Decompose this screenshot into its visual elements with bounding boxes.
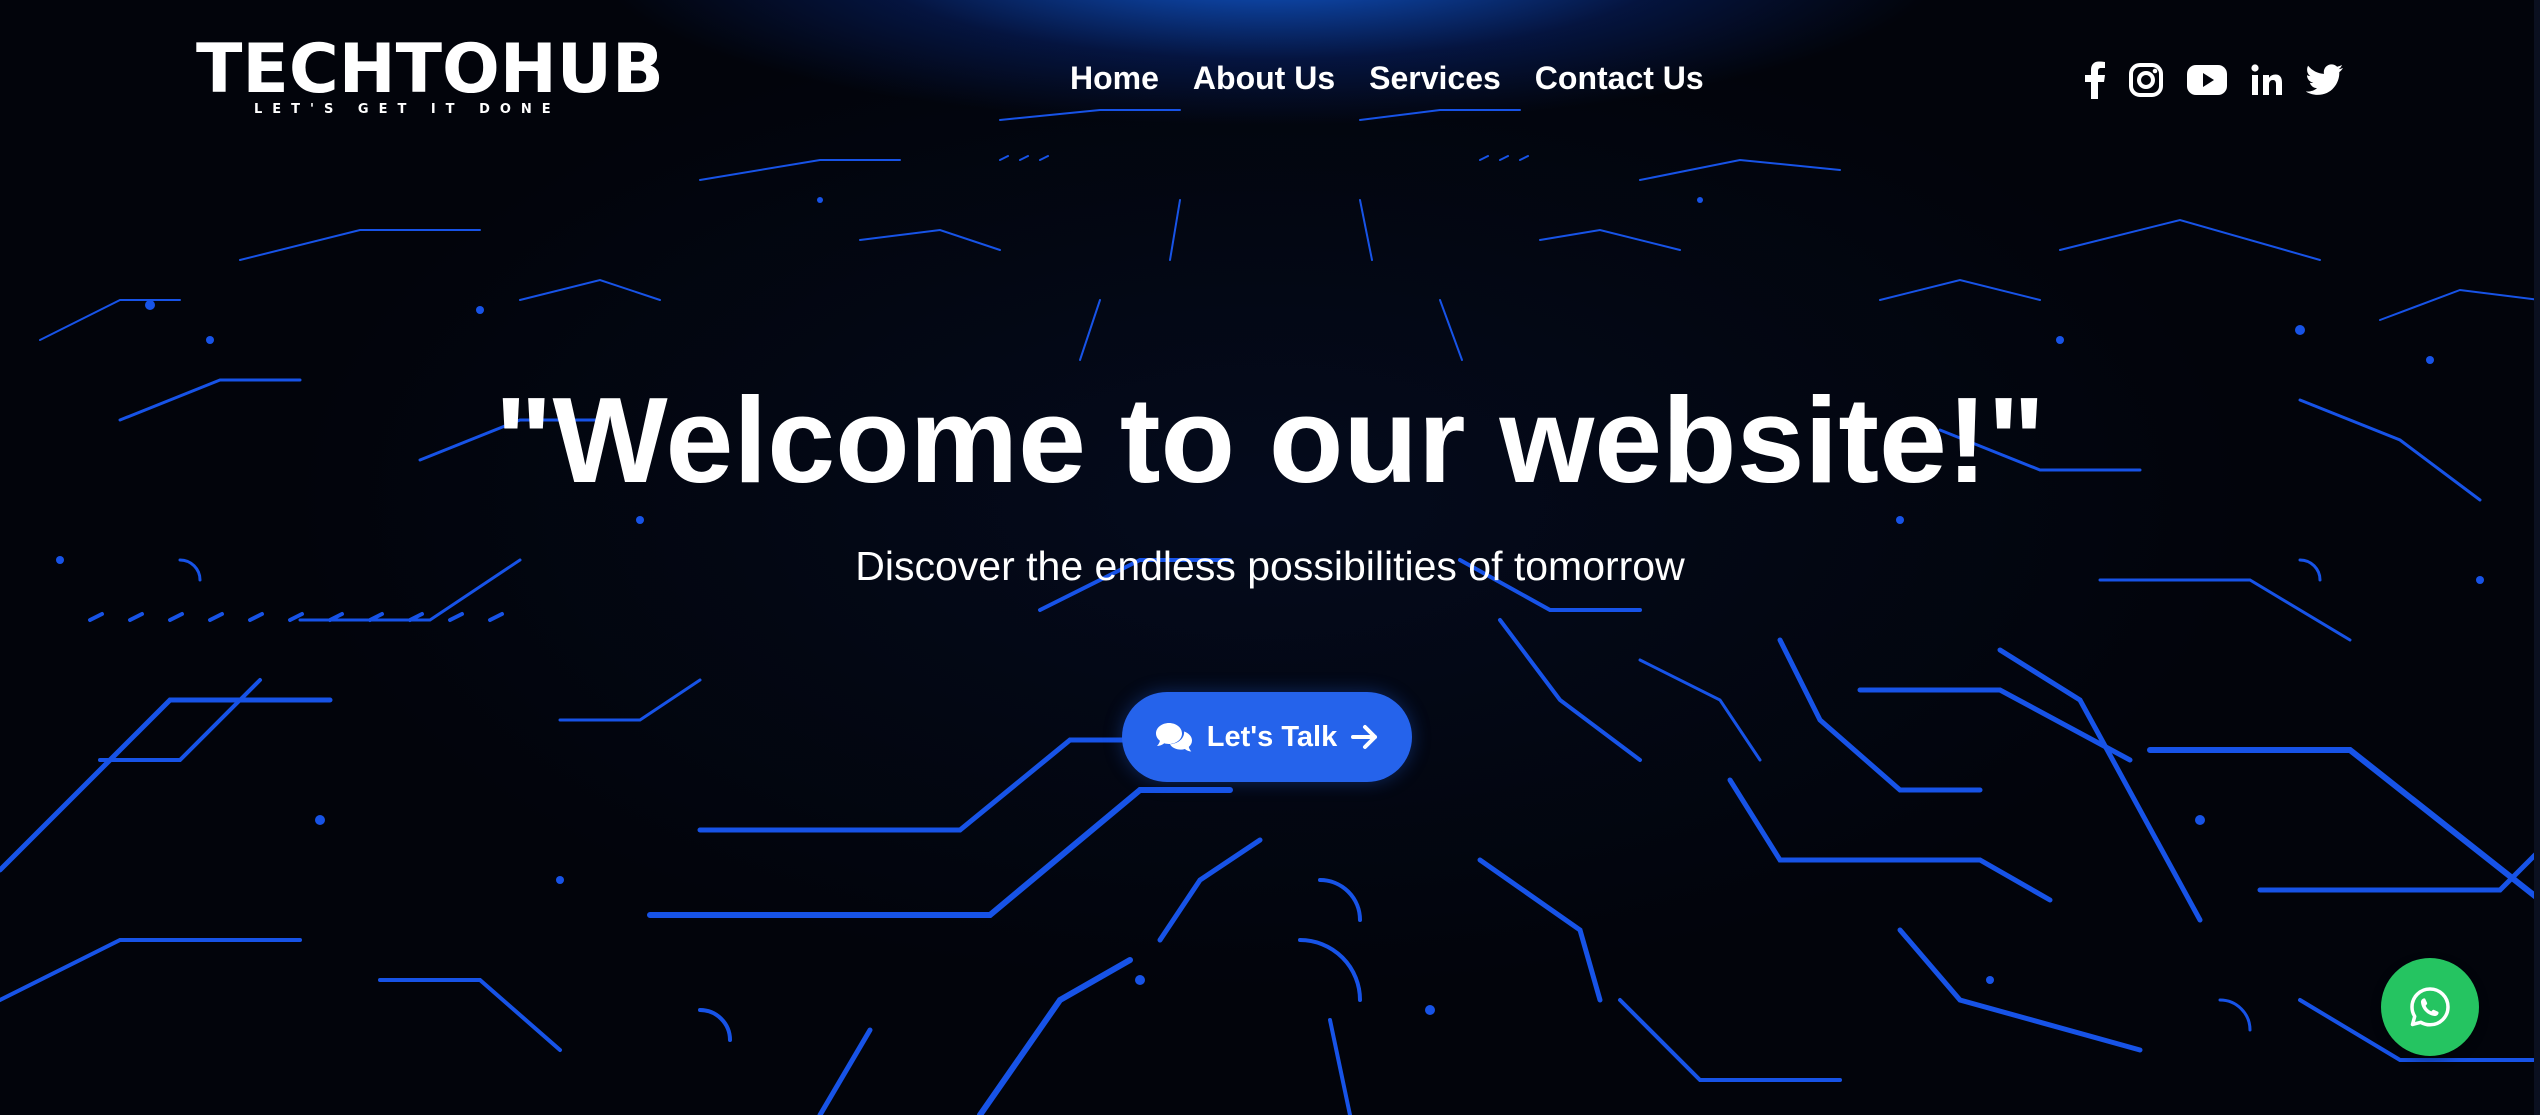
nav-contact-link[interactable]: Contact Us	[1535, 58, 1704, 98]
arrow-right-icon	[1351, 724, 1379, 750]
brand-logo[interactable]: TECHTOHUB LET'S GET IT DONE	[196, 32, 688, 120]
page-scrollbar[interactable]	[2534, 0, 2540, 1115]
instagram-icon[interactable]	[2128, 62, 2164, 98]
logo-name: TECHTOHUB	[196, 30, 664, 109]
social-links	[2084, 58, 2344, 102]
chat-bubbles-icon	[1155, 721, 1193, 753]
youtube-icon[interactable]	[2186, 64, 2228, 96]
facebook-icon[interactable]	[2084, 61, 2106, 99]
logo-tagline: LET'S GET IT DONE	[254, 102, 561, 117]
lets-talk-button[interactable]: Let's Talk	[1122, 692, 1412, 782]
nav-home-link[interactable]: Home	[1070, 58, 1159, 98]
hero-title: "Welcome to our website!"	[494, 372, 2046, 508]
hero-page: TECHTOHUB LET'S GET IT DONE Home About U…	[0, 0, 2540, 1115]
lets-talk-label: Let's Talk	[1206, 721, 1338, 753]
whatsapp-button[interactable]	[2381, 958, 2479, 1056]
main-nav: Home About Us Services Contact Us	[1070, 58, 1704, 98]
twitter-icon[interactable]	[2306, 64, 2344, 96]
hero-subtitle: Discover the endless possibilities of to…	[855, 543, 1685, 589]
nav-about-link[interactable]: About Us	[1193, 58, 1335, 98]
linkedin-icon[interactable]	[2250, 63, 2284, 97]
whatsapp-icon	[2409, 986, 2451, 1028]
nav-services-link[interactable]: Services	[1369, 58, 1501, 98]
